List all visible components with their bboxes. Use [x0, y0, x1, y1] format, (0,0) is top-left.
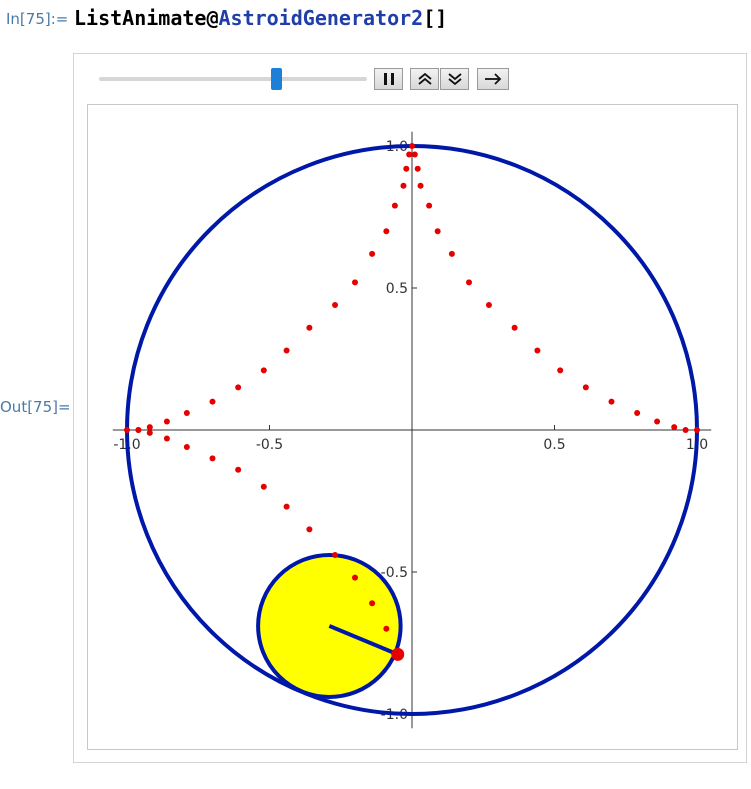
- astroid-plot: -1.0 -0.5 0.5 1.01.00.5-0.5-1.0: [112, 131, 712, 729]
- astroid-point: [146, 424, 153, 431]
- astroid-point: [124, 427, 130, 433]
- astroid-point: [511, 324, 518, 331]
- astroid-point: [283, 347, 290, 354]
- astroid-point: [260, 483, 267, 490]
- astroid-point: [369, 600, 376, 607]
- astroid-point: [209, 398, 216, 405]
- astroid-point: [485, 302, 492, 309]
- astroid-point: [352, 279, 358, 286]
- astroid-point: [369, 250, 376, 257]
- astroid-point: [582, 384, 589, 391]
- astroid-point: [235, 384, 242, 391]
- astroid-point: [694, 427, 700, 433]
- astroid-point: [391, 202, 398, 209]
- astroid-point: [417, 182, 424, 189]
- astroid-point: [406, 151, 413, 158]
- astroid-point: [383, 625, 390, 632]
- astroid-point: [400, 182, 407, 189]
- astroid-point: [332, 302, 339, 309]
- astroid-point: [146, 429, 153, 436]
- tracing-point: [391, 647, 405, 661]
- astroid-point: [608, 398, 615, 405]
- astroid-point: [383, 228, 390, 235]
- x-tick-label: -0.5: [256, 437, 283, 453]
- astroid-point: [403, 165, 410, 172]
- astroid-point: [434, 228, 441, 235]
- astroid-point: [426, 202, 433, 209]
- astroid-point: [306, 324, 313, 331]
- astroid-point: [414, 165, 421, 172]
- astroid-point: [409, 143, 415, 149]
- astroid-point: [183, 409, 190, 416]
- astroid-point: [557, 367, 564, 374]
- astroid-point: [163, 435, 170, 442]
- astroid-point: [534, 347, 541, 354]
- astroid-point: [654, 418, 661, 425]
- x-tick-label: 0.5: [543, 437, 565, 453]
- astroid-point: [235, 466, 242, 473]
- astroid-point: [260, 367, 267, 374]
- astroid-point: [332, 551, 339, 558]
- astroid-point: [283, 503, 290, 510]
- astroid-point: [183, 444, 190, 451]
- astroid-point: [448, 250, 455, 257]
- astroid-point: [634, 409, 641, 416]
- y-tick-label: 0.5: [386, 281, 408, 297]
- astroid-point: [466, 279, 472, 286]
- astroid-point: [306, 526, 313, 533]
- astroid-point: [352, 574, 358, 581]
- astroid-point: [411, 151, 418, 158]
- astroid-point: [209, 455, 216, 462]
- astroid-point: [671, 424, 678, 431]
- astroid-point: [682, 427, 689, 433]
- astroid-point: [163, 418, 170, 425]
- astroid-point: [135, 427, 142, 433]
